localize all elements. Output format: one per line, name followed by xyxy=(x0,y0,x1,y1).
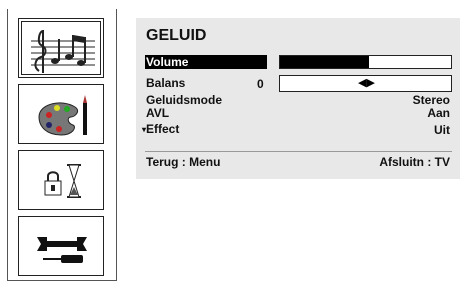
effect-row[interactable]: ▾Effect xyxy=(142,123,179,136)
sidebar-item-features[interactable] xyxy=(18,150,104,210)
balance-value: 0 xyxy=(257,77,264,91)
music-notes-icon xyxy=(31,29,95,73)
back-hint: Terug : Menu xyxy=(146,155,221,169)
sidebar-item-setup[interactable] xyxy=(18,216,104,276)
lock-hourglass-icon xyxy=(44,164,81,198)
exit-hint: Afsluitn : TV xyxy=(379,155,450,169)
volume-label[interactable]: Volume xyxy=(146,56,188,69)
avl-value[interactable]: Aan xyxy=(427,107,450,120)
balance-slider[interactable]: ◀▶ xyxy=(279,75,452,92)
balance-label[interactable]: Balans xyxy=(146,77,185,90)
effect-label: Effect xyxy=(146,122,180,136)
menu-title: GELUID xyxy=(146,27,207,44)
sound-menu-panel: GELUID Volume Balans 0 ◀▶ Geluidsmode St… xyxy=(136,18,460,179)
effect-value[interactable]: Uit xyxy=(434,124,450,137)
volume-slider[interactable] xyxy=(279,55,452,69)
sidebar xyxy=(7,9,117,281)
footer-divider xyxy=(145,151,452,152)
paint-palette-icon xyxy=(38,95,87,136)
sidebar-item-picture[interactable] xyxy=(18,84,104,144)
avl-label[interactable]: AVL xyxy=(146,107,169,120)
volume-level-fill xyxy=(280,56,369,68)
balance-arrows-icon: ◀▶ xyxy=(358,77,375,89)
sidebar-item-sound[interactable] xyxy=(18,18,104,78)
wrench-screwdriver-icon xyxy=(37,237,87,263)
